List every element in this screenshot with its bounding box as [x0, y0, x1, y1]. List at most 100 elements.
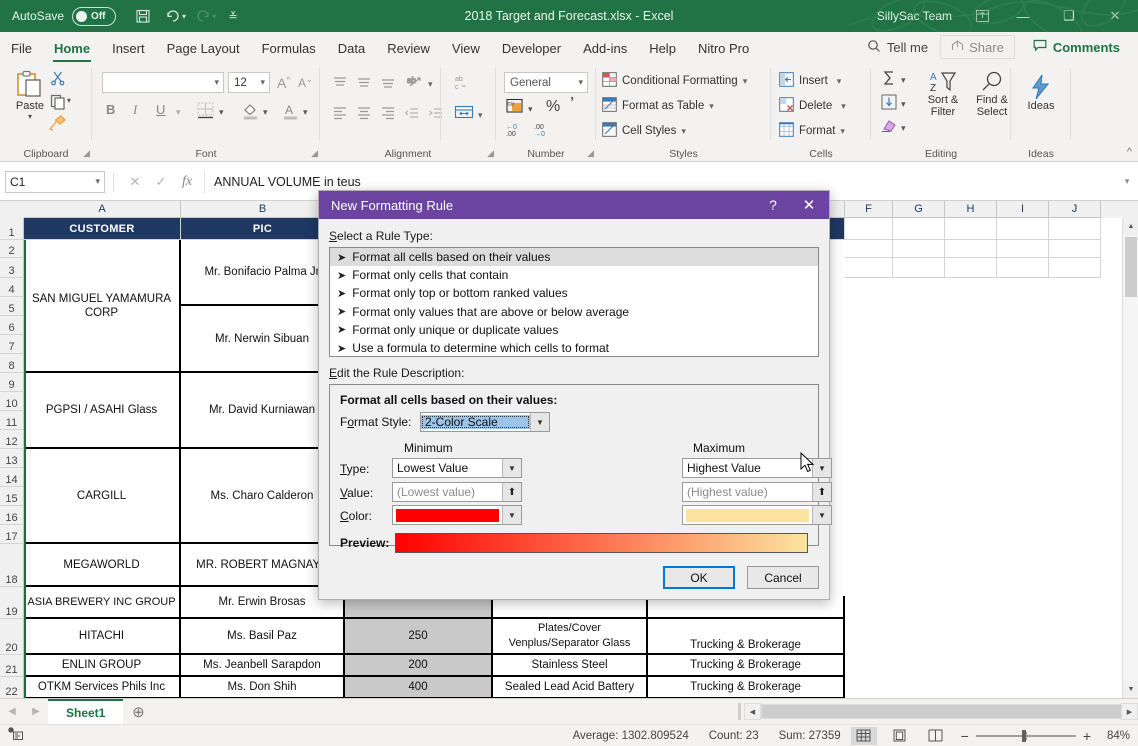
customize-quick-access-toolbar-icon[interactable]: ≚ [218, 2, 248, 30]
ideas-button[interactable]: Ideas [1019, 74, 1063, 112]
row-header-17[interactable]: 17 [0, 525, 24, 544]
row-header-1[interactable]: 1 [0, 218, 24, 240]
accounting-number-format-icon[interactable]: cu [506, 98, 524, 117]
number-dialog-launcher[interactable]: ◢ [587, 148, 594, 159]
tab-home[interactable]: Home [43, 38, 101, 62]
comma-style-icon[interactable]: ’ [570, 94, 574, 115]
cell-d21-product[interactable]: Stainless Steel [493, 655, 648, 677]
tab-review[interactable]: Review [376, 38, 441, 62]
rule-type-item-0[interactable]: ➤ Format all cells based on their values [330, 248, 818, 266]
cell-g3[interactable] [893, 258, 945, 278]
minimum-color-select[interactable]: ▼ [392, 505, 522, 525]
help-icon[interactable]: ? [757, 197, 789, 213]
fill-color-dropdown-caret[interactable]: ▾ [263, 107, 268, 118]
row-header-18[interactable]: 18 [0, 544, 24, 587]
cell-a22-customer[interactable]: OTKM Services Phils Inc [24, 677, 181, 698]
cell-a20-customer[interactable]: HITACHI [24, 619, 181, 655]
align-left-icon[interactable] [332, 106, 348, 123]
orientation-dropdown-caret[interactable]: ▾ [428, 79, 433, 90]
borders-icon[interactable] [197, 102, 214, 122]
cell-e22-service[interactable]: Trucking & Brokerage [648, 677, 845, 698]
hscroll-left-icon[interactable]: ◀ [744, 703, 761, 720]
accounting-dropdown-caret[interactable]: ▾ [528, 104, 533, 115]
row-header-19[interactable]: 19 [0, 587, 24, 619]
increase-font-size-icon[interactable]: A^ [277, 75, 290, 91]
column-header-a[interactable]: A [24, 201, 181, 218]
scroll-down-icon[interactable]: ▼ [1123, 681, 1138, 698]
comments-button[interactable]: Comments [1021, 36, 1132, 58]
account-name[interactable]: SillySac Team [877, 9, 952, 23]
cell-i2[interactable] [997, 240, 1049, 258]
zoom-level[interactable]: 84% [1098, 730, 1130, 742]
row-header-10[interactable]: 10 [0, 392, 24, 411]
cell-j2[interactable] [1049, 240, 1101, 258]
column-header-g[interactable]: G [893, 201, 945, 218]
cancel-icon[interactable]: ✕ [122, 174, 148, 190]
cell-a18-customer[interactable]: MEGAWORLD [24, 544, 181, 587]
row-header-12[interactable]: 12 [0, 430, 24, 449]
cell-a2-merged-customer[interactable]: SAN MIGUEL YAMAMURA CORP [24, 240, 181, 373]
row-header-14[interactable]: 14 [0, 468, 24, 487]
alignment-dialog-launcher[interactable]: ◢ [487, 148, 494, 159]
fill-dropdown-caret[interactable]: ▾ [901, 99, 906, 110]
autosum-dropdown-caret[interactable]: ▾ [901, 75, 906, 86]
next-sheet-icon[interactable]: ▶ [24, 706, 48, 717]
maximum-value-input[interactable]: (Highest value) ⬆ [682, 482, 832, 502]
row-header-15[interactable]: 15 [0, 487, 24, 506]
expand-formula-bar-icon[interactable]: ▾ [1116, 176, 1138, 187]
copy-dropdown-caret[interactable]: ▾ [67, 96, 71, 105]
align-center-icon[interactable] [356, 106, 372, 123]
cell-i1[interactable] [997, 218, 1049, 240]
tab-developer[interactable]: Developer [491, 38, 572, 62]
column-header-h[interactable]: H [945, 201, 997, 218]
cell-d22-product[interactable]: Sealed Lead Acid Battery [493, 677, 648, 698]
zoom-out-button[interactable]: − [961, 728, 969, 744]
insert-function-icon[interactable]: fx [174, 174, 200, 190]
tell-me-box[interactable]: Tell me [855, 39, 940, 56]
add-sheet-icon[interactable]: ⊕ [123, 703, 153, 721]
minimize-button[interactable]: — [1000, 0, 1046, 32]
font-name-input[interactable]: ▾ [102, 72, 224, 93]
zoom-slider-thumb[interactable] [1022, 730, 1026, 742]
row-header-4[interactable]: 4 [0, 278, 24, 297]
orientation-icon[interactable]: ab [406, 74, 424, 93]
column-header-f[interactable]: F [845, 201, 893, 218]
cell-h3[interactable] [945, 258, 997, 278]
row-header-5[interactable]: 5 [0, 297, 24, 316]
merge-and-center-icon[interactable] [454, 104, 474, 124]
align-right-icon[interactable] [380, 106, 396, 123]
rule-type-item-5[interactable]: ➤ Use a formula to determine which cells… [330, 339, 818, 357]
percent-style-icon[interactable]: % [546, 98, 560, 116]
cell-a1[interactable]: CUSTOMER [24, 218, 181, 240]
cell-a13-merged-customer[interactable]: CARGILL [24, 449, 181, 544]
tab-view[interactable]: View [441, 38, 491, 62]
row-header-22[interactable]: 22 [0, 677, 24, 698]
previous-sheet-icon[interactable]: ◀ [0, 706, 24, 717]
cell-e21-service[interactable]: Trucking & Brokerage [648, 655, 845, 677]
cancel-button[interactable]: Cancel [747, 566, 819, 589]
cell-h2[interactable] [945, 240, 997, 258]
page-break-preview-icon[interactable] [923, 727, 949, 745]
italic-button[interactable]: I [133, 102, 137, 118]
cell-c21-volume[interactable]: 200 [345, 655, 493, 677]
tab-data[interactable]: Data [327, 38, 376, 62]
delete-cells-button[interactable]: Delete ▾ [779, 97, 846, 115]
insert-cells-button[interactable]: Insert ▾ [779, 72, 841, 90]
autosum-icon[interactable] [881, 70, 897, 89]
zoom-in-button[interactable]: + [1083, 728, 1091, 744]
fill-icon[interactable] [881, 94, 897, 113]
cell-a9-merged-customer[interactable]: PGPSI / ASAHI Glass [24, 373, 181, 449]
scroll-up-icon[interactable]: ▲ [1123, 218, 1138, 235]
cell-d20-product[interactable]: Plates/Cover Venplus/Separator Glass [493, 619, 648, 655]
wrap-text-icon[interactable]: abc [454, 74, 474, 94]
cell-b20-pic[interactable]: Ms. Basil Paz [181, 619, 345, 655]
copy-icon[interactable] [50, 94, 66, 113]
tab-split-handle[interactable] [738, 703, 741, 720]
spinner-icon[interactable]: ⬆ [502, 483, 521, 501]
hscroll-right-icon[interactable]: ▶ [1121, 703, 1138, 720]
restore-button[interactable]: ❑ [1046, 0, 1092, 32]
accessibility-checker-icon[interactable] [8, 727, 24, 744]
cell-j1[interactable] [1049, 218, 1101, 240]
increase-indent-icon[interactable] [428, 106, 444, 123]
tab-insert[interactable]: Insert [101, 38, 156, 62]
